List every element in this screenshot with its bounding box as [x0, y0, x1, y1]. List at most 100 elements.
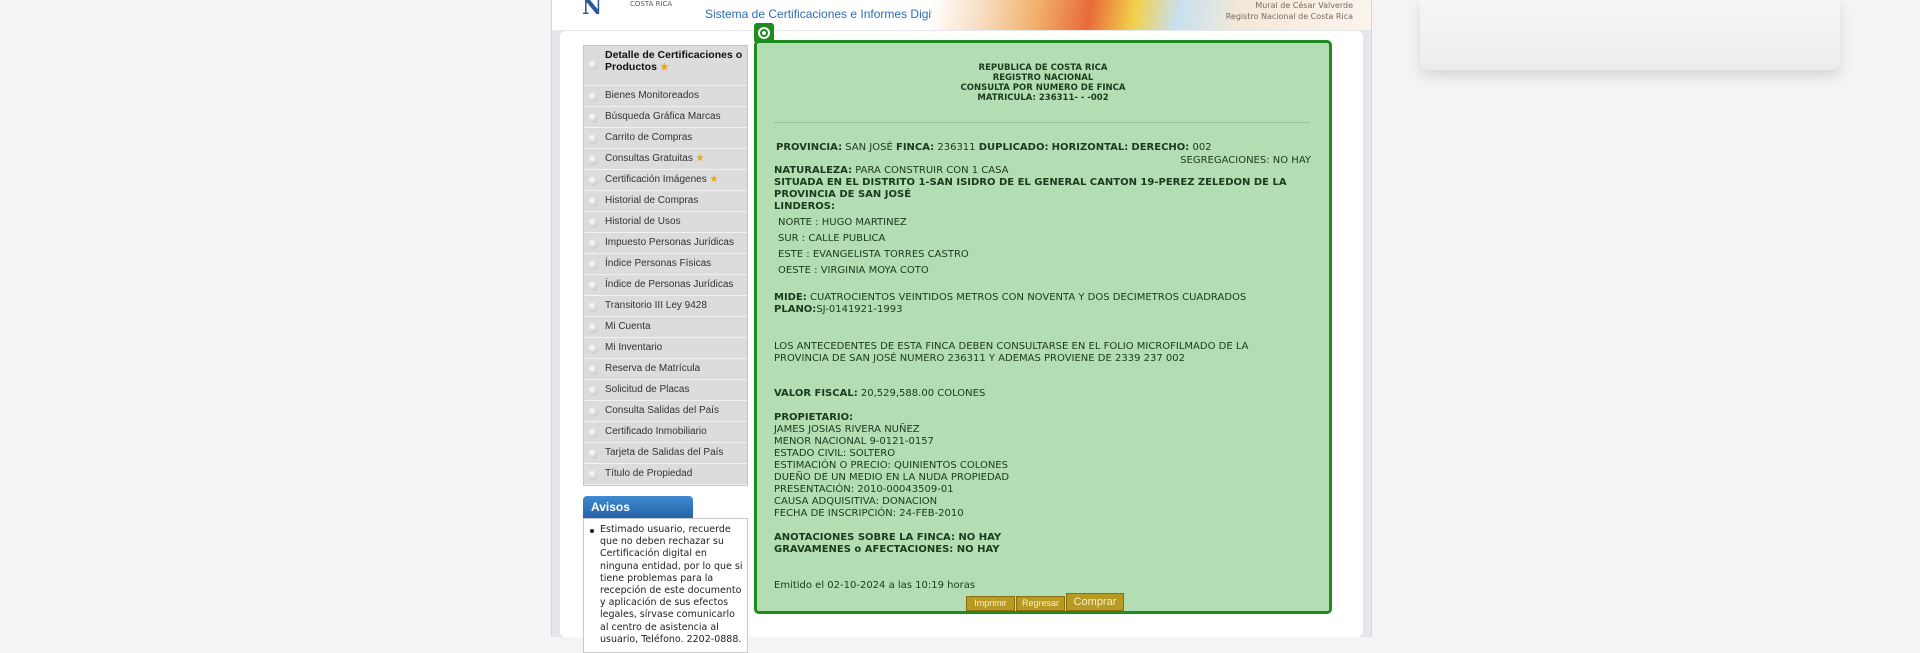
background-overlay-panel [1420, 0, 1840, 70]
comprar-button[interactable]: Comprar [1066, 593, 1124, 611]
sidebar-item[interactable]: Índice de Personas Jurídicas [584, 275, 747, 296]
star-icon: ★ [659, 62, 669, 73]
sidebar-item[interactable]: Consulta Salidas del País [584, 401, 747, 422]
avisos-title: Avisos importantes [583, 496, 693, 536]
regresar-button[interactable]: Regresar [1016, 596, 1065, 611]
lindero-norte: NORTE : HUGO MARTINEZ [778, 217, 907, 228]
sidebar-item[interactable]: Transitorio III Ley 9428 [584, 296, 747, 317]
propietario-line: FECHA DE INSCRIPCIÓN: 24-FEB-2010 [774, 508, 964, 519]
sidebar-item-label: Historial de Compras [605, 195, 699, 206]
sidebar-item[interactable]: Mi Inventario [584, 338, 747, 359]
sidebar-item[interactable]: Historial de Compras [584, 191, 747, 212]
bullet-icon [588, 470, 598, 480]
star-icon: ★ [709, 174, 719, 185]
sidebar-item-label: Búsqueda Gráfica Marcas [605, 111, 721, 122]
provincia-label: PROVINCIA: [776, 142, 843, 153]
mural-credit-line2: Registro Nacional de Costa Rica [1225, 12, 1353, 21]
sidebar-item[interactable]: Solicitud de Placas [584, 380, 747, 401]
bullet-icon [588, 197, 598, 207]
propietario-line: ESTADO CIVIL: SOLTERO [774, 448, 896, 459]
sidebar-item[interactable]: Consultas Gratuitas ★ [584, 149, 747, 170]
propietario-line: PRESENTACIÓN: 2010-00043509-01 [774, 484, 954, 495]
bullet-icon [588, 344, 598, 354]
plano-label: PLANO: [774, 304, 817, 315]
sidebar-item[interactable]: Impuesto Personas Jurídicas [584, 233, 747, 254]
propietario-line: CAUSA ADQUISITIVA: DONACION [774, 496, 938, 507]
sidebar-item-label: Solicitud de Placas [605, 384, 690, 395]
bullet-icon [588, 155, 598, 165]
sidebar-item[interactable]: Mi Cuenta [584, 317, 747, 338]
document-header: REPUBLICA DE COSTA RICA REGISTRO NACIONA… [757, 63, 1329, 103]
finca-label: FINCA: [895, 142, 935, 153]
duplicado-label: DUPLICADO: [978, 142, 1049, 153]
lindero-sur: SUR : CALLE PUBLICA [778, 233, 886, 244]
star-icon: ★ [695, 153, 705, 164]
linderos-label: LINDEROS: [774, 201, 835, 212]
sidebar-item-label: Impuesto Personas Jurídicas [605, 237, 734, 248]
emitido-timestamp: Emitido el 02-10-2024 a las 10:19 horas [774, 580, 976, 591]
naturaleza-line: NATURALEZA: PARA CONSTRUIR CON 1 CASA [774, 165, 1008, 177]
propietario-line: DUEÑO DE UN MEDIO EN LA NUDA PROPIEDAD [774, 472, 1010, 483]
propietario-line: MENOR NACIONAL 9-0121-0157 [774, 436, 934, 447]
bullet-icon [588, 323, 598, 333]
target-icon[interactable] [754, 23, 774, 43]
sidebar-item[interactable]: Certificado Inmobiliario [584, 422, 747, 443]
bullet-icon [588, 92, 598, 102]
horizontal-label: HORIZONTAL: [1051, 142, 1129, 153]
sidebar-item-label: Mi Inventario [605, 342, 663, 353]
situada-line: SITUADA EN EL DISTRITO 1-SAN ISIDRO DE E… [774, 177, 1287, 188]
sidebar-item-label: Mi Cuenta [605, 321, 651, 332]
sidebar-item-label: Certificado Inmobiliario [605, 426, 707, 437]
bullet-icon [588, 113, 598, 123]
sidebar-item-label: Título de Propiedad [605, 468, 693, 479]
mide-line: MIDE: CUATROCIENTOS VEINTIDOS METROS CON… [774, 292, 1246, 304]
certificate-panel: REPUBLICA DE COSTA RICA REGISTRO NACIONA… [754, 23, 1332, 614]
sidebar-item-label: Carrito de Compras [605, 132, 693, 143]
header-banner: N COSTA RICA Sistema de Certificaciones … [552, 0, 1371, 30]
page-container: N COSTA RICA Sistema de Certificaciones … [551, 0, 1372, 653]
mide-value: CUATROCIENTOS VEINTIDOS METROS CON NOVEN… [810, 292, 1247, 303]
mural-credit: Mural de César Valverde Registro Naciona… [1226, 0, 1353, 22]
valor-fiscal-value: 20,529,588.00 COLONES [860, 388, 986, 399]
imprimir-button[interactable]: Imprimir [966, 596, 1015, 611]
site-title: Sistema de Certificaciones e Informes Di… [705, 7, 957, 21]
sidebar-item[interactable]: Carrito de Compras [584, 128, 747, 149]
divider [774, 122, 1310, 123]
sidebar-item[interactable]: Reserva de Matrícula [584, 359, 747, 380]
sidebar: Detalle de Certificaciones o Productos ★… [583, 45, 748, 653]
bullet-icon [588, 365, 598, 375]
propietario-line: JAMES JOSIAS RIVERA NUÑEZ [774, 424, 920, 435]
sidebar-item-label: Consulta Salidas del País [605, 405, 719, 416]
sidebar-item-label: Reserva de Matrícula [605, 363, 701, 374]
bullet-icon [588, 176, 598, 186]
bullet-icon [588, 428, 598, 438]
bullet-icon [588, 281, 598, 291]
sidebar-item-label: Índice de Personas Jurídicas [605, 279, 734, 290]
sidebar-item[interactable]: Detalle de Certificaciones o Productos ★ [584, 46, 747, 86]
sidebar-item[interactable]: Bienes Monitoreados [584, 86, 747, 107]
bullet-icon [588, 239, 598, 249]
mural-image: Mural de César Valverde Registro Naciona… [932, 0, 1371, 30]
plano-line: PLANO:SJ-0141921-1993 [774, 304, 902, 316]
header-line: MATRICULA: 236311- - -002 [977, 93, 1109, 103]
mural-credit-line1: Mural de César Valverde [1255, 1, 1353, 10]
bullet-icon [588, 134, 598, 144]
bullet-icon [588, 449, 598, 459]
sidebar-item[interactable]: Historial de Usos [584, 212, 747, 233]
provincia-value: SAN JOSÉ [845, 142, 893, 153]
sidebar-item[interactable]: Tarjeta de Salidas del País [584, 443, 747, 464]
sidebar-item[interactable]: Índice Personas Físicas [584, 254, 747, 275]
sidebar-item[interactable]: Título de Propiedad [584, 464, 747, 485]
anotaciones: ANOTACIONES SOBRE LA FINCA: NO HAY [774, 532, 1002, 543]
sidebar-item[interactable]: Búsqueda Gráfica Marcas [584, 107, 747, 128]
segregaciones: SEGREGACIONES: NO HAY [1180, 155, 1311, 166]
bullet-icon [588, 218, 598, 228]
header-line: REGISTRO NACIONAL [992, 73, 1094, 83]
sidebar-item[interactable]: Certificación Imágenes ★ [584, 170, 747, 191]
bullet-icon [588, 386, 598, 396]
situada-line: PROVINCIA DE SAN JOSÉ [774, 189, 912, 200]
sidebar-item-label: Detalle de Certificaciones o Productos [605, 49, 743, 73]
header-line: CONSULTA POR NUMERO DE FINCA [960, 83, 1126, 93]
propietario-line: ESTIMACIÓN O PRECIO: QUINIENTOS COLONES [774, 460, 1008, 471]
derecho-label: DERECHO: [1131, 142, 1190, 153]
